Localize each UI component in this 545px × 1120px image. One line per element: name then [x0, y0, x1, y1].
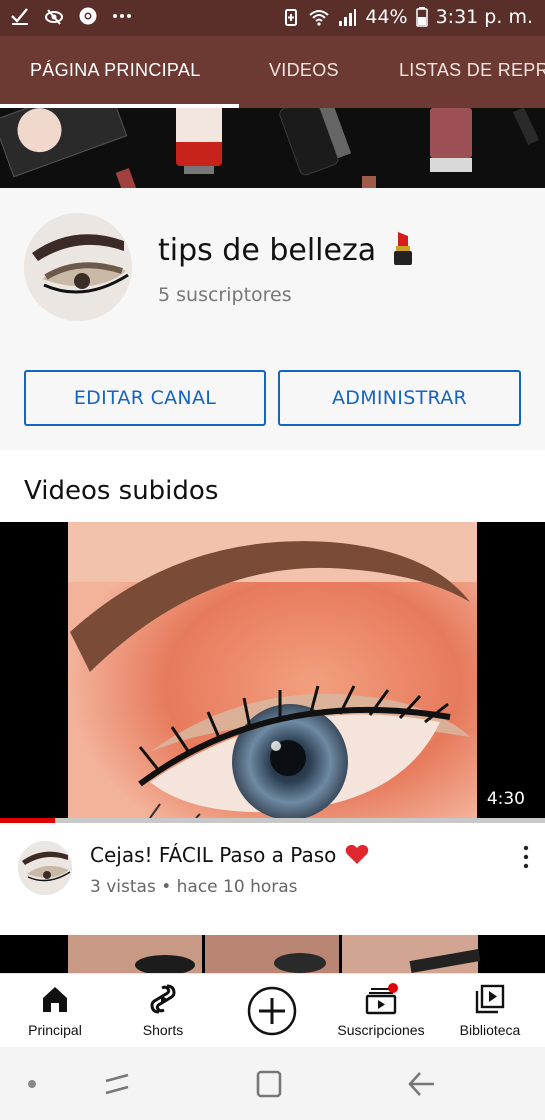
channel-name: tips de belleza	[158, 230, 416, 268]
dot-icon[interactable]	[20, 1069, 54, 1099]
video-channel-avatar[interactable]	[18, 841, 72, 895]
home-square-icon[interactable]	[252, 1069, 286, 1099]
eye-closeup-image	[0, 522, 545, 818]
video-meta: 3 vistas • hace 10 horas	[90, 877, 298, 897]
chrome-icon	[79, 7, 97, 25]
channel-name-text: tips de belleza	[158, 233, 377, 268]
more-dots-icon	[113, 14, 131, 18]
nav-create[interactable]	[217, 982, 327, 1036]
channel-banner	[0, 108, 545, 188]
edit-channel-button[interactable]: EDITAR CANAL	[24, 370, 266, 426]
clock: 3:31 p. m.	[435, 6, 533, 28]
eye-icon	[45, 9, 63, 25]
status-bar: 44% 3:31 p. m.	[0, 0, 545, 36]
makeup-collage-image	[0, 935, 545, 973]
tab-playlists[interactable]: LISTAS DE REPR	[399, 60, 545, 81]
heart-icon	[345, 844, 369, 864]
nav-subscriptions[interactable]: Suscripciones	[326, 982, 436, 1038]
section-title: Videos subidos	[24, 476, 219, 506]
back-arrow-icon[interactable]	[404, 1069, 438, 1099]
video-duration: 4:30	[482, 788, 529, 810]
wifi-icon	[309, 10, 330, 26]
more-vert-icon[interactable]	[521, 845, 531, 869]
nav-library[interactable]: Biblioteca	[435, 982, 545, 1038]
manage-button[interactable]: ADMINISTRAR	[278, 370, 521, 426]
home-icon	[43, 987, 67, 1012]
tab-videos[interactable]: VIDEOS	[269, 60, 339, 81]
video-item[interactable]: Cejas! FÁCIL Paso a Paso 3 vistas • hace…	[0, 823, 545, 935]
channel-header: tips de belleza 5 suscriptores EDITAR CA…	[0, 188, 545, 450]
video-title-text: Cejas! FÁCIL Paso a Paso	[90, 843, 337, 867]
channel-tabs: PÁGINA PRINCIPAL VIDEOS LISTAS DE REPR	[0, 36, 545, 108]
shorts-icon	[150, 984, 176, 1014]
next-video-thumbnail[interactable]	[0, 935, 545, 973]
lipstick-icon	[393, 232, 412, 265]
video-title[interactable]: Cejas! FÁCIL Paso a Paso	[90, 843, 369, 867]
subscriber-count: 5 suscriptores	[158, 284, 292, 306]
battery-saver-icon	[285, 9, 298, 26]
nav-library-label: Biblioteca	[459, 1022, 521, 1038]
nav-shorts-label: Shorts	[142, 1022, 184, 1038]
video-thumbnail[interactable]: 4:30	[0, 522, 545, 818]
recents-icon[interactable]	[100, 1069, 134, 1099]
battery-icon	[415, 7, 428, 27]
battery-percent: 44%	[365, 6, 408, 28]
check-download-icon	[11, 8, 28, 25]
signal-icon	[339, 9, 357, 26]
tab-home[interactable]: PÁGINA PRINCIPAL	[30, 60, 201, 81]
status-left-icons	[10, 6, 132, 26]
create-plus-icon	[247, 986, 297, 1036]
library-icon	[475, 984, 505, 1014]
banner-image	[0, 108, 545, 188]
eye-makeup-image	[24, 213, 132, 321]
nav-home-label: Principal	[28, 1022, 82, 1038]
eye-makeup-image	[18, 841, 72, 895]
nav-shorts[interactable]: Shorts	[108, 982, 218, 1038]
nav-home[interactable]: Principal	[0, 982, 110, 1038]
channel-avatar[interactable]	[24, 213, 132, 321]
subscriptions-icon	[365, 983, 398, 1015]
system-navigation-bar	[0, 1047, 545, 1120]
nav-subscriptions-label: Suscripciones	[337, 1022, 425, 1038]
status-right: 44% 3:31 p. m.	[281, 6, 533, 28]
bottom-navigation: Principal Shorts Suscripciones Bibliotec…	[0, 973, 545, 1047]
